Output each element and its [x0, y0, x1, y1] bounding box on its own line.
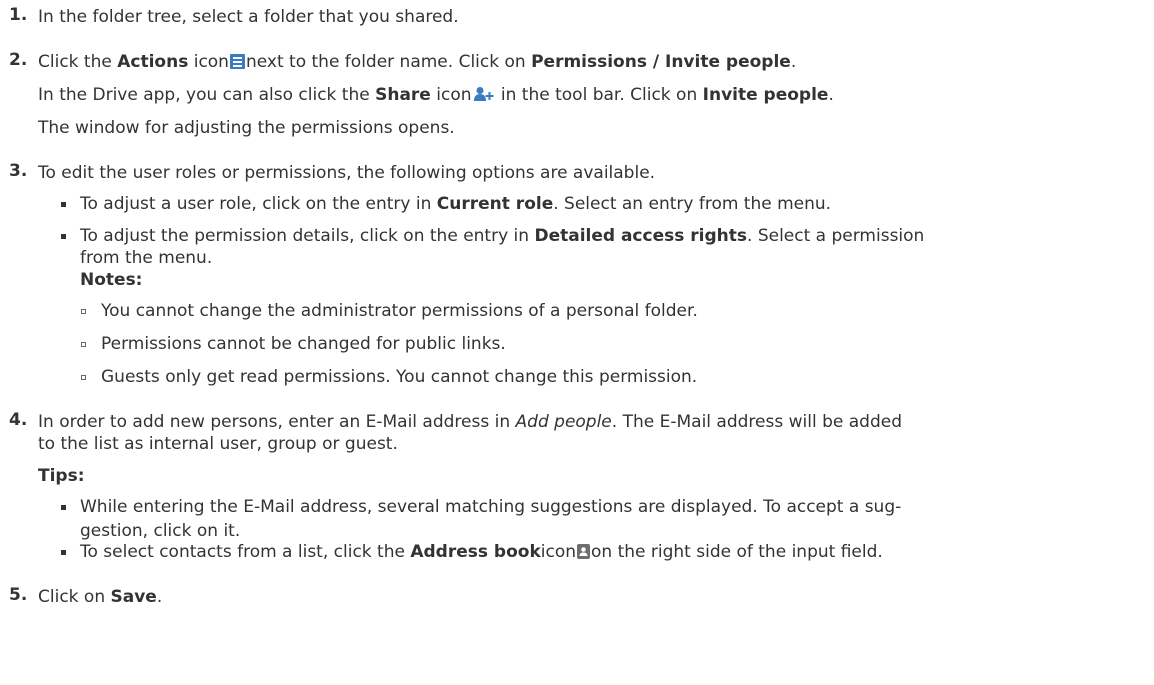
- bullet-square: [61, 550, 66, 555]
- step-3-bullet-1: To adjust a user role, click on the entr…: [80, 192, 831, 216]
- text: in the tool bar. Click on: [495, 85, 703, 105]
- text: The window for adjusting the permissions…: [38, 118, 455, 138]
- add-people-term: Add people: [515, 412, 612, 432]
- step-number: 3.: [9, 161, 28, 181]
- text: icon: [188, 52, 229, 72]
- text: .: [828, 85, 834, 105]
- step-number: 1.: [9, 5, 28, 25]
- text: To edit the user roles or permissions, t…: [38, 163, 656, 183]
- current-role-term: Current role: [436, 194, 554, 214]
- step-2-line-3: The window for adjusting the permissions…: [38, 116, 455, 140]
- text: icon: [540, 542, 577, 562]
- text: . The E-Mail address will be added: [611, 412, 902, 432]
- share-term: Share: [375, 85, 431, 105]
- address-book-term: Address book: [410, 542, 541, 562]
- tips-heading: Tips:: [38, 464, 85, 488]
- tip-2: To select contacts from a list, click th…: [80, 540, 883, 564]
- step-2-line-1: Click the Actions icon next to the folder…: [38, 50, 796, 74]
- bullet-square: [61, 202, 66, 207]
- invite-people-term: Invite people: [702, 85, 829, 105]
- text: .: [790, 52, 797, 72]
- text: . Select a permission: [747, 226, 925, 246]
- note-3: Guests only get read permissions. You ca…: [101, 365, 697, 389]
- text: Click on: [38, 587, 111, 607]
- text: next to the folder name. Click on: [245, 52, 532, 72]
- step-3-line-1: To edit the user roles or permissions, t…: [38, 161, 655, 185]
- text: Guests only get read permissions. You ca…: [101, 367, 698, 387]
- step-2-line-2: In the Drive app, you can also click the…: [38, 83, 834, 107]
- sub-bullet-square: [81, 375, 86, 380]
- step-number: 5.: [9, 585, 28, 605]
- detailed-access-rights-term: Detailed access rights: [534, 226, 748, 246]
- text: In order to add new persons, enter an E-…: [38, 412, 516, 432]
- text: gestion, click on it.: [80, 521, 241, 541]
- bullet-square: [61, 234, 66, 239]
- bullet-square: [61, 505, 66, 510]
- step-number: 4.: [9, 410, 28, 430]
- sub-bullet-square: [81, 309, 86, 314]
- step-1-sentence: In the folder tree, select a folder that…: [38, 7, 459, 27]
- text: on the right side of the input field.: [591, 542, 883, 562]
- step-1-text: In the folder tree, select a folder that…: [38, 5, 459, 29]
- sub-bullet-square: [81, 342, 86, 347]
- permissions-invite-term: Permissions / Invite people: [531, 52, 791, 72]
- text: icon: [430, 85, 472, 105]
- tip-1-line-1: While entering the E-Mail address, sever…: [80, 495, 901, 519]
- share-add-person-icon: [473, 85, 494, 101]
- text: from the menu.: [80, 248, 213, 268]
- text: To adjust the permission details, click …: [80, 226, 535, 246]
- note-1: You cannot change the administrator perm…: [101, 299, 698, 323]
- text: You cannot change the administrator perm…: [101, 301, 698, 321]
- text: To select contacts from a list, click th…: [80, 542, 411, 562]
- actions-menu-icon: [229, 54, 245, 69]
- step-number: 2.: [9, 50, 28, 70]
- step-3-bullet-2: To adjust the permission details, click …: [80, 224, 924, 248]
- step-4-line-2: to the list as internal user, group or g…: [38, 432, 398, 456]
- step-3-bullet-2-cont: from the menu.: [80, 246, 212, 270]
- step-4-line-1: In order to add new persons, enter an E-…: [38, 410, 902, 434]
- address-book-icon: [577, 544, 591, 559]
- step-5-line-1: Click on Save.: [38, 585, 162, 609]
- text: . Select an entry from the menu.: [553, 194, 832, 214]
- text: to the list as internal user, group or g…: [38, 434, 398, 454]
- text: While entering the E-Mail address, sever…: [80, 497, 902, 517]
- text: Permissions cannot be changed for public…: [101, 334, 506, 354]
- note-2: Permissions cannot be changed for public…: [101, 332, 506, 356]
- notes-label: Notes:: [80, 270, 143, 290]
- save-term: Save: [110, 587, 157, 607]
- text: Click the: [38, 52, 118, 72]
- tips-label: Tips:: [38, 466, 85, 486]
- actions-term: Actions: [117, 52, 189, 72]
- notes-heading: Notes:: [80, 268, 142, 292]
- text: To adjust a user role, click on the entr…: [80, 194, 437, 214]
- text: .: [156, 587, 163, 607]
- text: In the Drive app, you can also click the: [38, 85, 376, 105]
